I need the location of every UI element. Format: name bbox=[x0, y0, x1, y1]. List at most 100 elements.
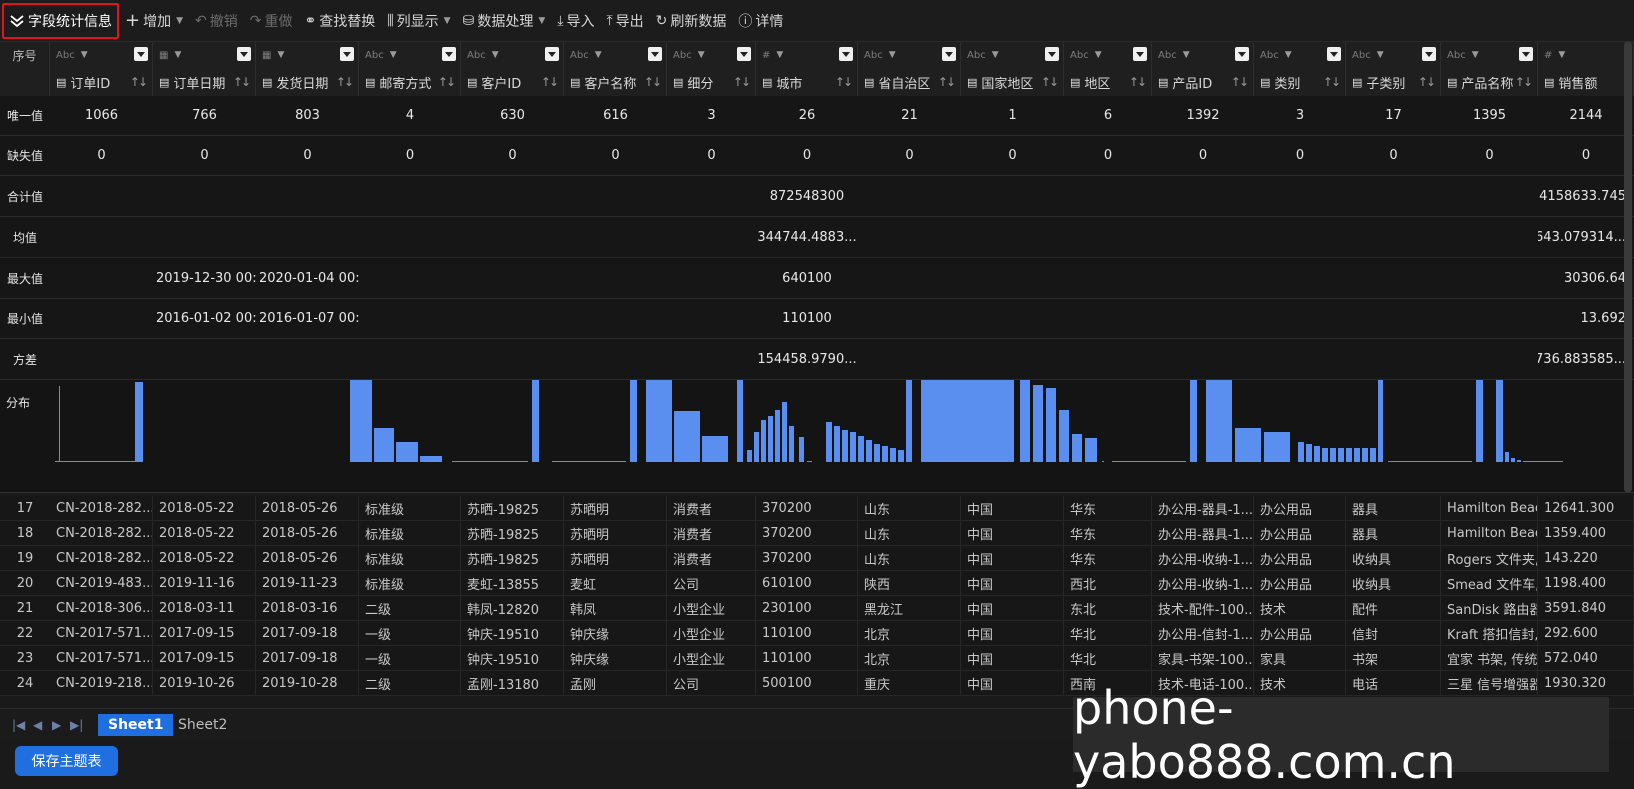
table-cell[interactable]: 中国 bbox=[961, 546, 1064, 570]
table-row[interactable]: 17 CN-2018-282... 2018-05-22 2018-05-26 标准级苏… bbox=[0, 496, 1634, 521]
table-cell[interactable]: 收纳具 bbox=[1346, 571, 1441, 595]
table-cell[interactable]: 370200 bbox=[756, 521, 858, 545]
table-cell[interactable]: 标准级 bbox=[359, 571, 461, 595]
table-cell[interactable]: 器具 bbox=[1346, 521, 1441, 545]
table-cell[interactable]: 消费者 bbox=[667, 546, 756, 570]
filter-icon[interactable] bbox=[942, 47, 956, 61]
table-cell[interactable]: 孟刚-13180 bbox=[461, 671, 564, 695]
table-cell[interactable]: 标准级 bbox=[359, 521, 461, 545]
table-cell[interactable]: 小型企业 bbox=[667, 646, 756, 670]
filter-icon[interactable] bbox=[442, 47, 456, 61]
column-header[interactable]: ▤ 产品ID ↑↓ bbox=[1152, 68, 1254, 96]
table-cell[interactable]: 2018-05-22 bbox=[153, 521, 256, 545]
table-cell[interactable]: 230100 bbox=[756, 596, 858, 620]
table-cell[interactable]: 家具-书架-100... bbox=[1152, 646, 1254, 670]
filter-icon[interactable] bbox=[237, 47, 251, 61]
table-cell[interactable]: SanDisk 路由器, ... bbox=[1441, 596, 1538, 620]
table-cell[interactable]: 2018-05-22 bbox=[153, 496, 256, 520]
undo-button[interactable]: ↶ 撤销 bbox=[189, 11, 244, 31]
table-cell[interactable]: 办公用-器具-1... bbox=[1152, 521, 1254, 545]
table-cell[interactable]: 办公用-信封-1... bbox=[1152, 621, 1254, 645]
column-header[interactable]: ▤ 客户ID ↑↓ bbox=[461, 68, 564, 96]
table-cell[interactable]: 苏晒明 bbox=[564, 546, 667, 570]
table-cell[interactable]: 标准级 bbox=[359, 496, 461, 520]
column-header[interactable]: ▤ 细分 ↑↓ bbox=[667, 68, 756, 96]
filter-icon[interactable] bbox=[1045, 47, 1059, 61]
table-row[interactable]: 20 CN-2019-483... 2019-11-16 2019-11-23 标准级麦… bbox=[0, 571, 1634, 596]
table-cell[interactable]: 一级 bbox=[359, 646, 461, 670]
table-cell[interactable]: 1198.400 bbox=[1538, 571, 1634, 595]
table-cell[interactable]: 办公用品 bbox=[1254, 546, 1346, 570]
table-cell[interactable]: 华东 bbox=[1064, 546, 1152, 570]
table-row[interactable]: 22 CN-2017-571... 2017-09-15 2017-09-18 一级 钟庆… bbox=[0, 621, 1634, 646]
table-cell[interactable]: 韩凤-12820 bbox=[461, 596, 564, 620]
table-cell[interactable]: 2018-05-26 bbox=[256, 521, 359, 545]
type-dropdown-icon[interactable]: ▼ bbox=[1558, 50, 1565, 60]
sort-icon[interactable]: ↑↓ bbox=[1231, 75, 1249, 89]
sort-icon[interactable]: ↑↓ bbox=[130, 75, 148, 89]
table-cell[interactable]: 技术 bbox=[1254, 596, 1346, 620]
table-row[interactable]: 21 CN-2018-306... 2018-03-11 2018-03-16 二级 韩凤… bbox=[0, 596, 1634, 621]
column-header[interactable]: ▤ 省自治区 ↑↓ bbox=[858, 68, 961, 96]
table-cell[interactable]: 办公用品 bbox=[1254, 571, 1346, 595]
filter-icon[interactable] bbox=[839, 47, 853, 61]
type-dropdown-icon[interactable]: ▼ bbox=[992, 50, 999, 60]
table-cell[interactable]: 办公用品 bbox=[1254, 621, 1346, 645]
table-cell[interactable]: CN-2018-306... bbox=[50, 596, 153, 620]
filter-icon[interactable] bbox=[134, 47, 148, 61]
table-cell[interactable]: 华北 bbox=[1064, 646, 1152, 670]
type-dropdown-icon[interactable]: ▼ bbox=[595, 50, 602, 60]
table-cell[interactable]: 消费者 bbox=[667, 496, 756, 520]
table-cell[interactable]: 孟刚 bbox=[564, 671, 667, 695]
column-header[interactable]: ▤ 销售额 bbox=[1538, 68, 1634, 96]
table-cell[interactable]: 黑龙江 bbox=[858, 596, 961, 620]
table-cell[interactable]: 办公用-收纳-1... bbox=[1152, 571, 1254, 595]
table-cell[interactable]: Hamilton Beach... bbox=[1441, 496, 1538, 520]
type-dropdown-icon[interactable]: ▼ bbox=[492, 50, 499, 60]
table-cell[interactable]: 信封 bbox=[1346, 621, 1441, 645]
table-cell[interactable]: 办公用品 bbox=[1254, 521, 1346, 545]
sort-icon[interactable]: ↑↓ bbox=[644, 75, 662, 89]
table-row[interactable]: 19 CN-2018-282... 2018-05-22 2018-05-26 标准级苏… bbox=[0, 546, 1634, 571]
filter-icon[interactable] bbox=[737, 47, 751, 61]
filter-icon[interactable] bbox=[1235, 47, 1249, 61]
sort-icon[interactable]: ↑↓ bbox=[835, 75, 853, 89]
sort-icon[interactable]: ↑↓ bbox=[1041, 75, 1059, 89]
table-cell[interactable]: 麦虹-13855 bbox=[461, 571, 564, 595]
filter-icon[interactable] bbox=[1519, 47, 1533, 61]
type-dropdown-icon[interactable]: ▼ bbox=[1377, 50, 1384, 60]
table-cell[interactable]: 陕西 bbox=[858, 571, 961, 595]
table-cell[interactable]: 中国 bbox=[961, 671, 1064, 695]
table-cell[interactable]: 钟庆缘 bbox=[564, 646, 667, 670]
table-cell[interactable]: 中国 bbox=[961, 571, 1064, 595]
column-header[interactable]: ▤ 国家地区 ↑↓ bbox=[961, 68, 1064, 96]
table-cell[interactable]: 1359.400 bbox=[1538, 521, 1634, 545]
table-cell[interactable]: 110100 bbox=[756, 646, 858, 670]
table-cell[interactable]: 办公用品 bbox=[1254, 496, 1346, 520]
table-cell[interactable]: 3591.840 bbox=[1538, 596, 1634, 620]
sort-icon[interactable]: ↑↓ bbox=[938, 75, 956, 89]
import-button[interactable]: ⤓ 导入 bbox=[551, 11, 600, 31]
table-cell[interactable]: 2017-09-18 bbox=[256, 646, 359, 670]
field-stats-button[interactable]: 字段统计信息 bbox=[2, 2, 119, 39]
filter-icon[interactable] bbox=[1133, 47, 1147, 61]
table-cell[interactable]: 中国 bbox=[961, 621, 1064, 645]
type-dropdown-icon[interactable]: ▼ bbox=[81, 50, 88, 60]
table-cell[interactable]: CN-2017-571... bbox=[50, 621, 153, 645]
table-cell[interactable]: 370200 bbox=[756, 496, 858, 520]
table-cell[interactable]: 370200 bbox=[756, 546, 858, 570]
table-cell[interactable]: 钟庆缘 bbox=[564, 621, 667, 645]
table-cell[interactable]: 收纳具 bbox=[1346, 546, 1441, 570]
table-cell[interactable]: 二级 bbox=[359, 671, 461, 695]
table-cell[interactable]: 北京 bbox=[858, 646, 961, 670]
table-cell[interactable]: 北京 bbox=[858, 621, 961, 645]
column-header[interactable]: ▤ 产品名称 ↑↓ bbox=[1441, 68, 1538, 96]
table-cell[interactable]: CN-2019-483... bbox=[50, 571, 153, 595]
column-display-button[interactable]: ⫼ 列显示 ▼ bbox=[381, 11, 456, 31]
table-cell[interactable]: 小型企业 bbox=[667, 596, 756, 620]
table-cell[interactable]: 苏晒明 bbox=[564, 496, 667, 520]
type-dropdown-icon[interactable]: ▼ bbox=[1095, 50, 1102, 60]
table-cell[interactable]: 器具 bbox=[1346, 496, 1441, 520]
export-button[interactable]: ⤒ 导出 bbox=[600, 11, 649, 31]
sort-icon[interactable]: ↑↓ bbox=[733, 75, 751, 89]
